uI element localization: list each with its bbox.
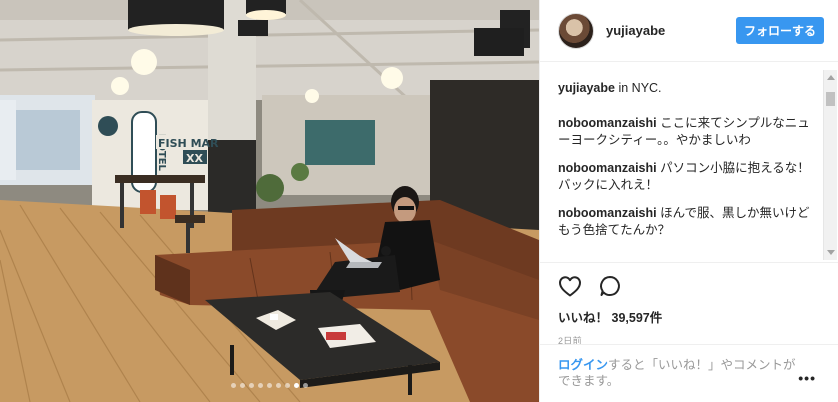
follow-button[interactable]: フォローする [735,17,824,44]
likes-count[interactable]: いいね！ 39,597件 [558,307,820,326]
post-actions: いいね！ 39,597件 2日前 [540,262,838,346]
post-photo[interactable]: HOTEL FISH MAR XX [0,0,539,402]
carousel-dot [267,383,272,388]
caption-text: in NYC. [618,81,662,95]
comments-scrollbar[interactable] [823,70,837,260]
carousel-indicator [0,383,539,388]
cafe-scene-image: HOTEL FISH MAR XX [0,0,539,402]
caption-username[interactable]: yujiayabe [558,81,615,95]
carousel-dot [276,383,281,388]
comment-item: noboomanzaishi ここに来てシンプルなニューヨークシティー。。やかま… [558,115,812,149]
username[interactable]: yujiayabe [606,23,736,38]
scrollbar-thumb[interactable] [826,92,835,106]
heart-icon[interactable] [558,275,582,297]
likes-number: 39,597件 [611,311,663,325]
carousel-dot [303,383,308,388]
comment-item: noboomanzaishi パソコン小脇に抱えるな！バックに入れえ！ [558,160,812,194]
carousel-dot [285,383,290,388]
comment-item: noboomanzaishi ほんで服、黒しか無いけどもう色捨てたんか？ [558,205,812,239]
likes-label: いいね！ [558,311,609,325]
carousel-dot [258,383,263,388]
caption: yujiayabe in NYC. [558,80,812,97]
scroll-up-arrow-icon[interactable] [827,75,835,80]
comment-username[interactable]: noboomanzaishi [558,206,657,220]
comment-username[interactable]: noboomanzaishi [558,161,657,175]
comment-username[interactable]: noboomanzaishi [558,116,657,130]
carousel-dot [231,383,236,388]
carousel-dot [249,383,254,388]
avatar[interactable] [558,12,594,49]
carousel-dot [294,383,299,388]
post-header: yujiayabe フォローする [540,0,838,62]
fish-market-sign: FISH MAR [158,137,219,150]
scroll-down-arrow-icon[interactable] [827,250,835,255]
post-side-panel: yujiayabe フォローする yujiayabe in NYC. noboo… [539,0,838,402]
comment-list[interactable]: yujiayabe in NYC. noboomanzaishi ここに来てシン… [540,62,822,262]
carousel-dot [240,383,245,388]
login-prompt: ログインすると「いいね！」やコメントができます。 ••• [540,344,838,402]
login-link[interactable]: ログイン [558,358,608,372]
comment-icon[interactable] [598,274,622,298]
xx-sign: XX [186,152,203,165]
more-options-icon[interactable]: ••• [798,370,816,386]
